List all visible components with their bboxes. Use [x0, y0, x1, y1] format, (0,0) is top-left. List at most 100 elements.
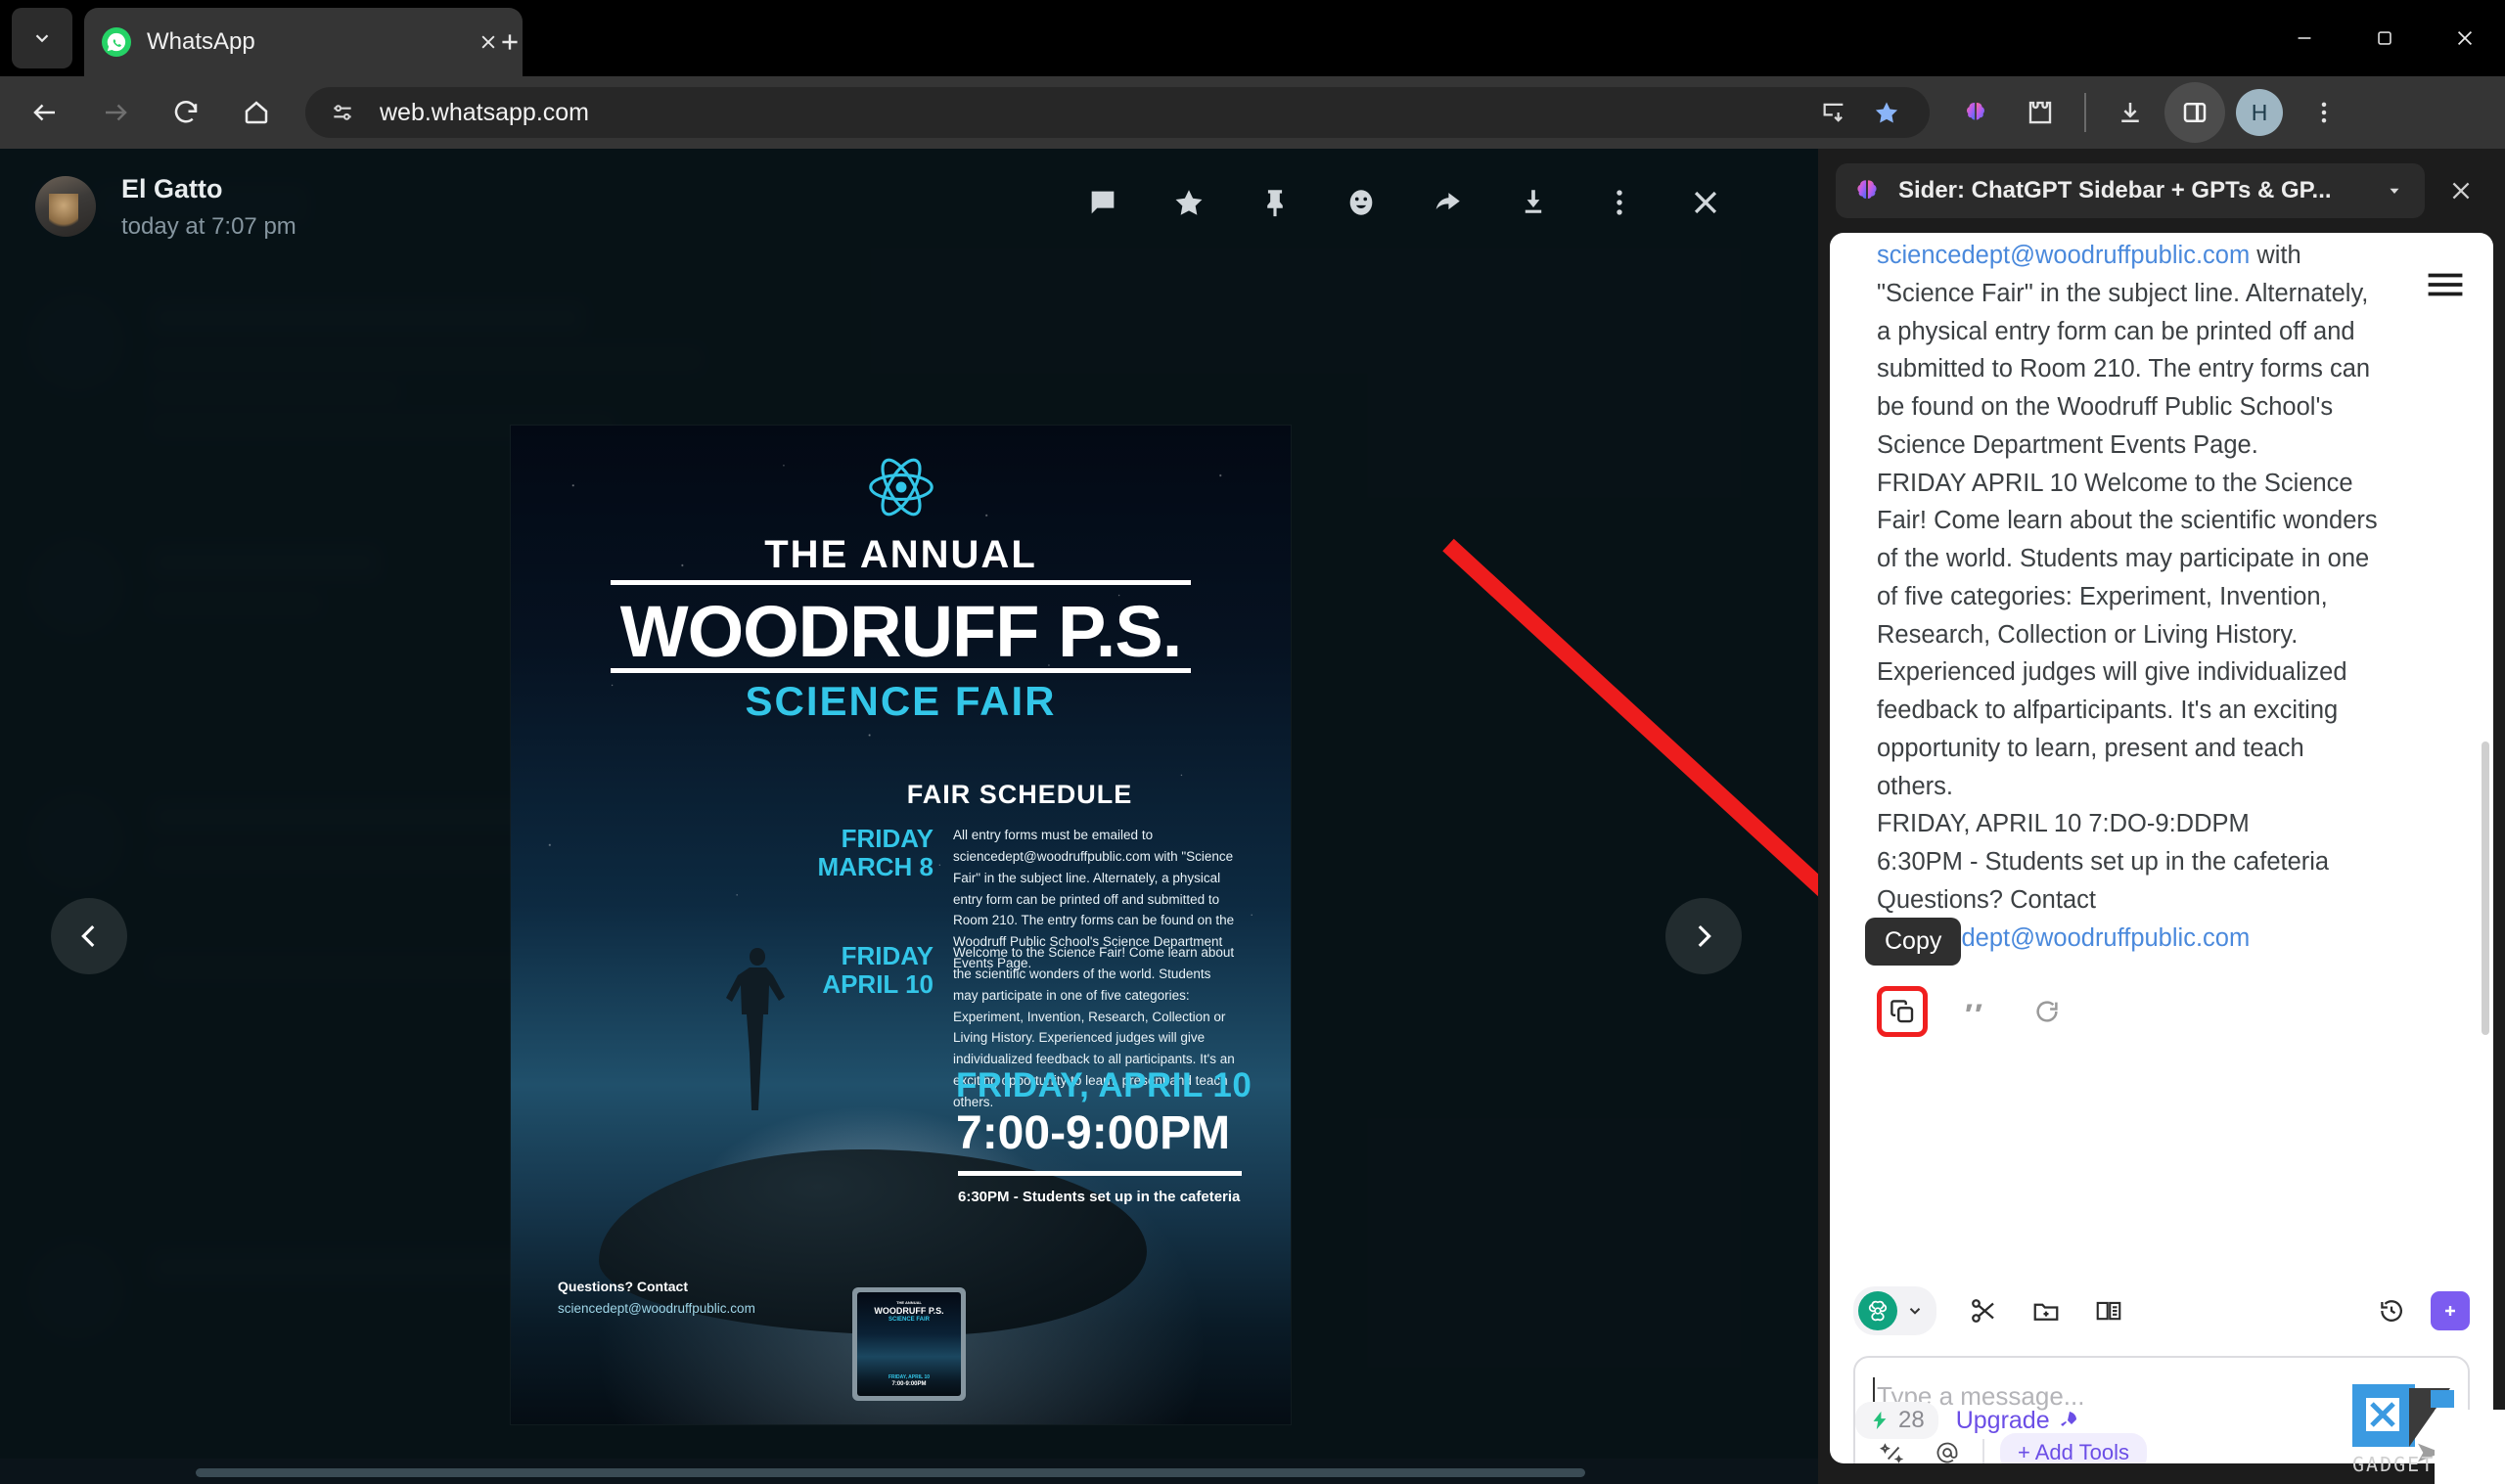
more-options-button[interactable] — [1591, 174, 1648, 231]
poster-rule-top — [611, 580, 1191, 585]
poster-event-name: SCIENCE FAIR — [745, 678, 1057, 724]
tab-list-button[interactable] — [12, 8, 72, 68]
screen: WhatsApp web.whatsapp.com H El Gatto tod… — [0, 0, 2505, 1484]
model-selector[interactable] — [1853, 1286, 1936, 1335]
previous-media-button[interactable] — [51, 898, 127, 974]
composer-toolbar — [1830, 1273, 2493, 1349]
toolbar-divider — [2084, 93, 2086, 132]
hamburger-menu-icon[interactable] — [2427, 270, 2464, 299]
upgrade-label: Upgrade — [1955, 1406, 2050, 1434]
credits-badge[interactable]: 28 — [1855, 1402, 1938, 1439]
library-button[interactable] — [2083, 1285, 2134, 1336]
poster-annual-label: THE ANNUAL — [764, 533, 1037, 576]
omnibox-actions — [1812, 91, 1908, 134]
react-button[interactable] — [1333, 174, 1389, 231]
history-icon — [2381, 1300, 2402, 1322]
watermark: GADGETS — [2352, 1384, 2505, 1484]
pin-icon — [1267, 190, 1283, 217]
poster-setup-note: 6:30PM - Students set up in the cafeteri… — [958, 1189, 1241, 1205]
brain-icon — [1857, 180, 1877, 199]
poster-big-date: FRIDAY, APRIL 10 — [956, 1066, 1252, 1104]
clip-button[interactable] — [1958, 1285, 2009, 1336]
poster-big-time: 7:00-9:00PM — [956, 1107, 1231, 1159]
chevron-right-icon — [1698, 924, 1711, 948]
home-icon — [245, 101, 268, 124]
window-close-button[interactable] — [2425, 0, 2505, 76]
quote-button[interactable] — [1949, 986, 2000, 1037]
new-chat-button[interactable] — [2431, 1291, 2470, 1330]
quote-icon — [1966, 1004, 1982, 1012]
sider-title-pill[interactable]: Sider: ChatGPT Sidebar + GPTs & GP... — [1836, 163, 2425, 218]
reload-button[interactable] — [155, 81, 217, 144]
sender-name: El Gatto — [121, 174, 223, 203]
history-button[interactable] — [2366, 1285, 2417, 1336]
back-button[interactable] — [14, 81, 76, 144]
forward-icon — [1435, 193, 1460, 210]
browser-tab[interactable]: WhatsApp — [84, 8, 523, 76]
assistant-message: sciencedept@woodruffpublic.com with "Sci… — [1877, 237, 2386, 957]
new-folder-button[interactable] — [2021, 1285, 2072, 1336]
browser-menu-button[interactable] — [2294, 82, 2354, 143]
chatgpt-logo-icon — [1858, 1291, 1897, 1330]
address-bar[interactable]: web.whatsapp.com — [305, 87, 1930, 138]
atom-icon — [868, 458, 934, 517]
close-icon — [1694, 191, 1717, 214]
upgrade-button[interactable]: Upgrade — [1956, 1407, 2079, 1435]
forward-arrow-icon — [106, 104, 127, 121]
sider-sidebar: Sider: ChatGPT Sidebar + GPTs & GP... sc… — [1818, 149, 2505, 1484]
maximize-icon — [2378, 31, 2391, 45]
message-part-3: FRIDAY, APRIL 10 7:DO-9:DDPM — [1877, 810, 2250, 838]
downloads-button[interactable] — [2100, 82, 2161, 143]
regenerate-button[interactable] — [2022, 986, 2072, 1037]
message-scroll-area[interactable]: sciencedept@woodruffpublic.com with "Sci… — [1830, 233, 2493, 1273]
bookmark-button[interactable] — [1865, 91, 1908, 134]
poster-school-name: WOODRUFF P.S. — [619, 591, 1183, 672]
sider-extension-button[interactable] — [1945, 82, 2006, 143]
chevron-down-icon — [35, 34, 49, 43]
back-arrow-icon — [33, 104, 55, 121]
pin-button[interactable] — [1247, 174, 1303, 231]
scrollbar-thumb[interactable] — [196, 1468, 1585, 1477]
next-media-button[interactable] — [1665, 898, 1742, 974]
email-link[interactable]: sciencedept@woodruffpublic.com — [1877, 242, 2250, 269]
side-panel-button[interactable] — [2164, 82, 2225, 143]
window-controls — [2264, 0, 2505, 76]
poster-entry-date-1: FRIDAY APRIL 10 — [822, 941, 934, 999]
message-action-bar — [1877, 986, 2072, 1037]
thumbnail-item[interactable]: THE ANNUAL WOODRUFF P.S. SCIENCE FAIR FR… — [852, 1287, 966, 1401]
window-maximize-button[interactable] — [2345, 0, 2425, 76]
forward-button[interactable] — [84, 81, 147, 144]
star-button[interactable] — [1161, 174, 1217, 231]
new-tab-button[interactable] — [487, 20, 532, 65]
url-text: web.whatsapp.com — [380, 98, 590, 126]
reply-icon — [1091, 191, 1115, 214]
poster-figure — [726, 948, 785, 1110]
new-chat-icon — [2445, 1306, 2455, 1316]
tune-icon[interactable] — [327, 97, 358, 128]
extensions-button[interactable] — [2010, 82, 2071, 143]
download-icon — [1525, 190, 1542, 213]
reply-button[interactable] — [1074, 174, 1131, 231]
profile-button[interactable]: H — [2229, 82, 2290, 143]
window-minimize-button[interactable] — [2264, 0, 2345, 76]
composer-tools-left — [1958, 1285, 2134, 1336]
copy-button[interactable] — [1877, 986, 1928, 1037]
plus-icon — [502, 34, 518, 50]
whatsapp-page: El Gatto today at 7:07 pm THE ANNUAL WOO… — [0, 149, 1818, 1484]
more-vertical-icon — [2321, 102, 2327, 123]
home-button[interactable] — [225, 81, 288, 144]
close-viewer-button[interactable] — [1677, 174, 1734, 231]
browser-tabstrip: WhatsApp — [0, 0, 2505, 76]
sider-close-button[interactable] — [2435, 164, 2487, 217]
lightning-icon — [1873, 1411, 1887, 1430]
download-button[interactable] — [1505, 174, 1562, 231]
message-scrollbar-thumb[interactable] — [2482, 742, 2489, 1035]
model-dropdown-caret[interactable] — [1903, 1299, 1927, 1323]
page-horizontal-scrollbar[interactable] — [0, 1459, 1818, 1484]
close-icon — [2452, 182, 2470, 200]
poster-rule-time — [958, 1171, 1242, 1176]
sider-dropdown-button[interactable] — [2378, 174, 2411, 207]
poster-entry-date-0: FRIDAY MARCH 8 — [817, 824, 934, 881]
install-app-icon[interactable] — [1812, 91, 1855, 134]
forward-button[interactable] — [1419, 174, 1476, 231]
